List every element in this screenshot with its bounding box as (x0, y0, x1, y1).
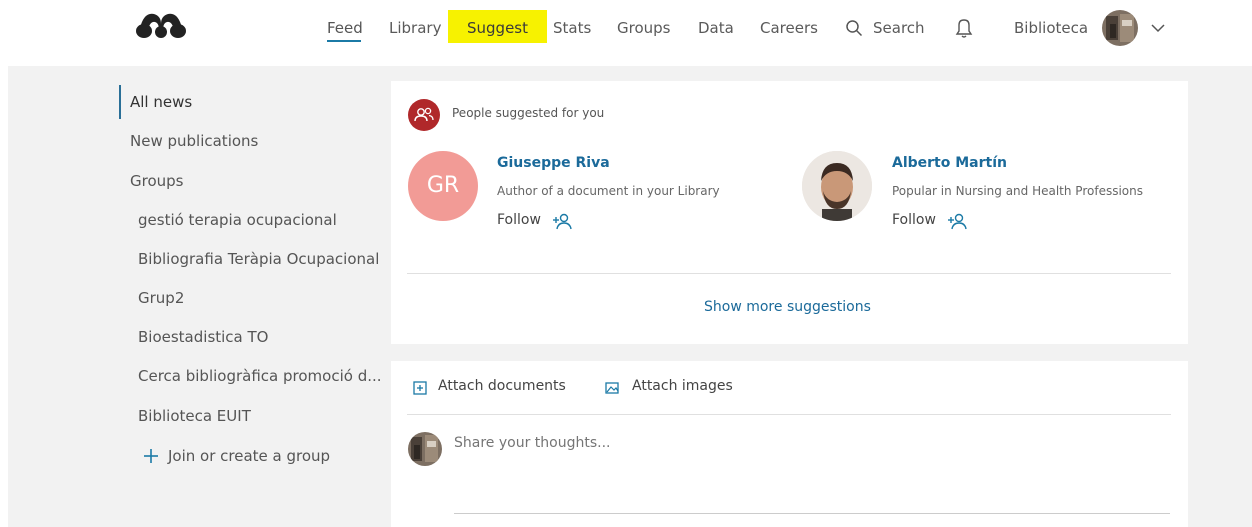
chevron-down-icon[interactable] (1150, 22, 1166, 34)
join-group-link[interactable]: Join or create a group (168, 446, 330, 466)
sidebar-group-item[interactable]: Cerca bibliogràfica promoció d... (138, 366, 382, 386)
attach-document-icon[interactable] (413, 381, 427, 395)
person-name[interactable]: Alberto Martín (892, 155, 1007, 171)
people-icon (414, 107, 434, 122)
person-reason: Popular in Nursing and Health Profession… (892, 184, 1143, 198)
person-name[interactable]: Giuseppe Riva (497, 155, 610, 171)
sidebar-group-item[interactable]: gestió terapia ocupacional (138, 210, 337, 230)
user-name[interactable]: Biblioteca (1014, 18, 1088, 38)
bell-icon[interactable] (954, 17, 974, 39)
nav-groups[interactable]: Groups (617, 18, 670, 38)
sidebar-group-item[interactable]: Biblioteca EUIT (138, 406, 251, 426)
search-icon[interactable] (845, 19, 863, 37)
add-person-icon[interactable] (947, 212, 967, 230)
plus-icon[interactable] (143, 448, 159, 464)
nav-stats[interactable]: Stats (553, 18, 591, 38)
nav-search[interactable]: Search (873, 18, 925, 38)
attach-images-button[interactable]: Attach images (632, 378, 733, 394)
user-avatar[interactable] (1102, 10, 1138, 46)
nav-suggest[interactable]: Suggest (467, 18, 528, 38)
sidebar-group-item[interactable]: Bioestadistica TO (138, 327, 268, 347)
person-photo[interactable] (802, 151, 872, 221)
share-thoughts-input[interactable] (454, 435, 854, 451)
person-reason: Author of a document in your Library (497, 184, 720, 198)
nav-data[interactable]: Data (698, 18, 734, 38)
follow-button[interactable]: Follow (497, 212, 541, 228)
input-underline (454, 513, 1170, 514)
suggestions-heading: People suggested for you (452, 106, 605, 120)
sidebar-groups-heading[interactable]: Groups (130, 171, 183, 191)
divider (407, 414, 1171, 415)
nav-library[interactable]: Library (389, 18, 441, 38)
top-navigation: Feed Library Suggest Stats Groups Data C… (0, 0, 1252, 58)
add-person-icon[interactable] (552, 212, 572, 230)
sidebar-group-item[interactable]: Grup2 (138, 288, 184, 308)
divider (407, 273, 1171, 274)
sidebar-item-all-news[interactable]: All news (130, 92, 192, 112)
nav-careers[interactable]: Careers (760, 18, 818, 38)
attach-image-icon[interactable] (605, 381, 619, 395)
attach-documents-button[interactable]: Attach documents (438, 378, 566, 394)
people-badge (408, 99, 440, 131)
show-more-suggestions-link[interactable]: Show more suggestions (704, 299, 871, 315)
avatar-initials[interactable]: GR (408, 151, 478, 221)
composer-avatar (408, 432, 442, 466)
sidebar-item-new-publications[interactable]: New publications (130, 131, 258, 151)
sidebar-active-indicator (119, 85, 121, 119)
sidebar-group-item[interactable]: Bibliografia Teràpia Ocupacional (138, 249, 379, 269)
mendeley-logo[interactable] (134, 8, 188, 42)
follow-button[interactable]: Follow (892, 212, 936, 228)
nav-feed[interactable]: Feed (327, 18, 363, 38)
nav-active-indicator (327, 40, 361, 42)
